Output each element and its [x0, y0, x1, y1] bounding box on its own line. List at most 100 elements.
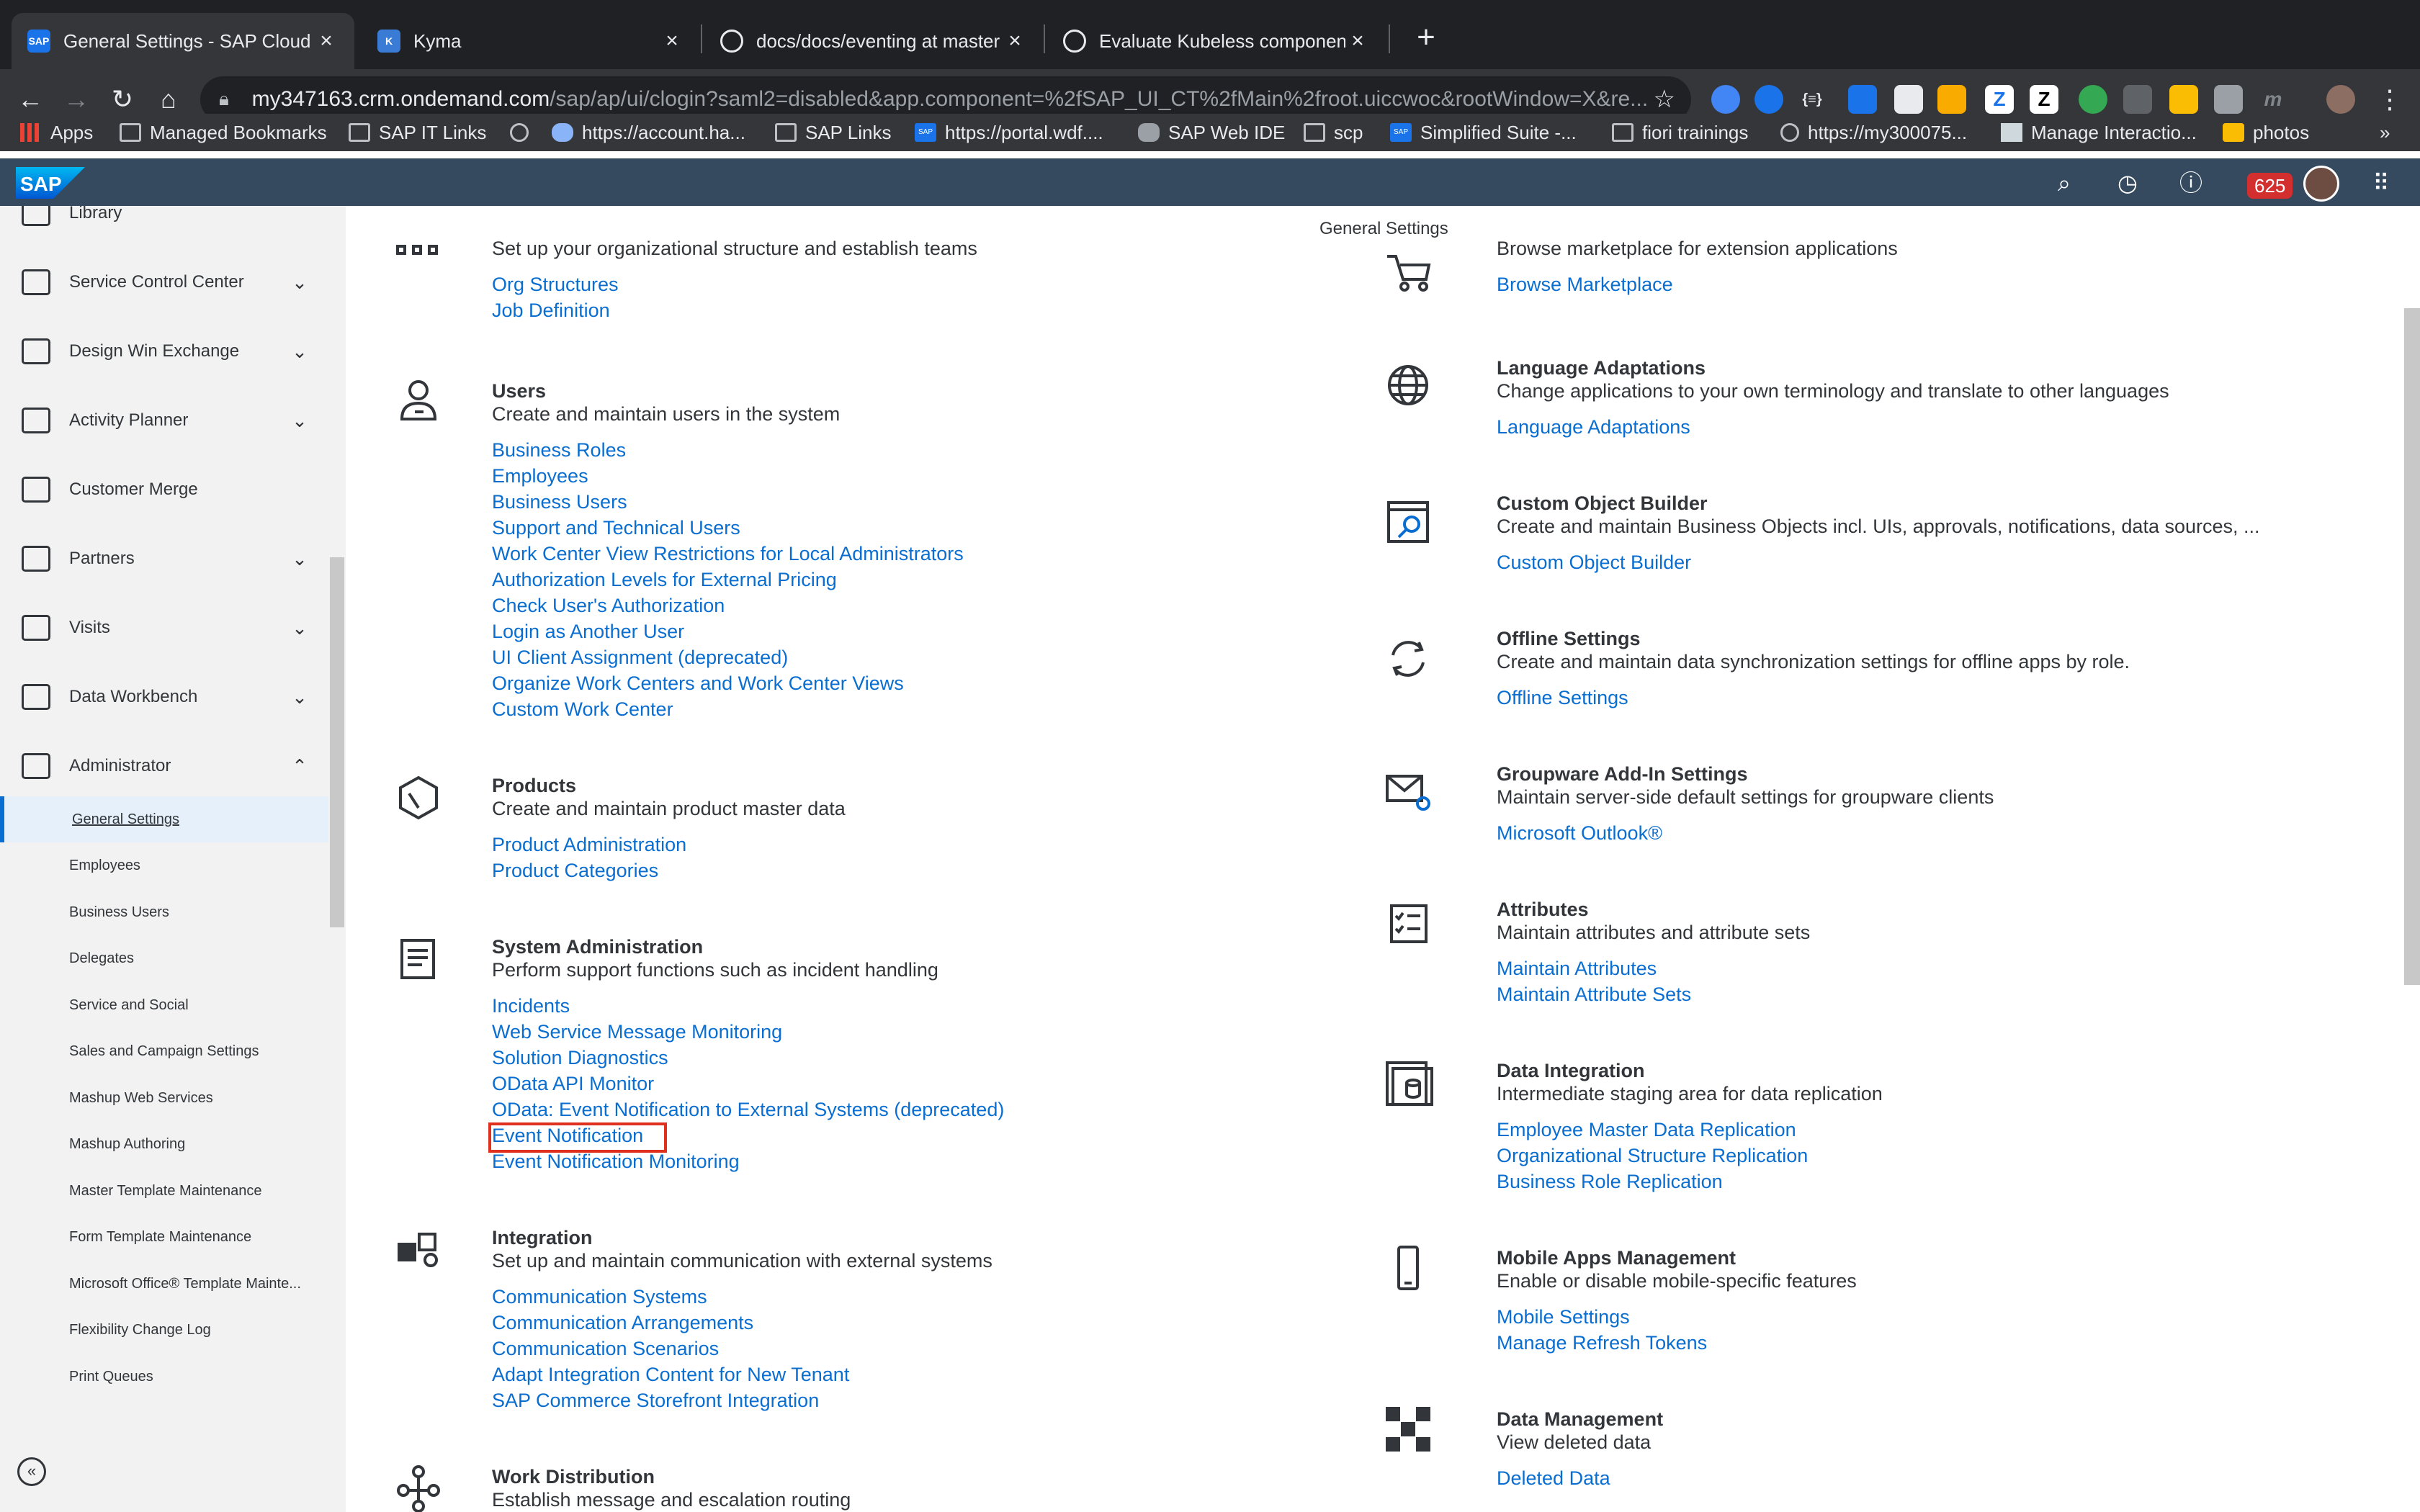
tab-docs-eventing[interactable]: docs/docs/eventing at master · ×	[704, 13, 1043, 69]
settings-link-web-service-message-monitoring[interactable]: Web Service Message Monitoring	[492, 1021, 782, 1043]
settings-link-product-categories[interactable]: Product Categories	[492, 860, 658, 882]
settings-link-maintain-attributes[interactable]: Maintain Attributes	[1497, 958, 1657, 980]
nav-item-library[interactable]: Library	[0, 206, 328, 248]
z-extension-icon[interactable]: Z	[2030, 85, 2058, 114]
bookmark-simplified-suite[interactable]: SAP Simplified Suite -...	[1390, 118, 1577, 147]
settings-link-business-roles[interactable]: Business Roles	[492, 439, 626, 462]
nav-item-activity-planner[interactable]: Activity Planner ⌄	[0, 386, 328, 455]
extension-icon[interactable]	[2169, 85, 2198, 114]
nav-subitem[interactable]: Delegates	[0, 936, 328, 982]
settings-link-incidents[interactable]: Incidents	[492, 995, 570, 1017]
settings-link-product-administration[interactable]: Product Administration	[492, 834, 686, 856]
nav-subitem[interactable]: Sales and Campaign Settings	[0, 1029, 328, 1075]
settings-link-browse-marketplace[interactable]: Browse Marketplace	[1497, 274, 1673, 296]
nav-subitem[interactable]: Employees	[0, 843, 328, 889]
settings-link-odata-event-notification-to-external-systems-deprecated[interactable]: OData: Event Notification to External Sy…	[492, 1099, 1004, 1121]
notification-badge[interactable]: 625	[2247, 173, 2293, 199]
settings-link-custom-object-builder[interactable]: Custom Object Builder	[1497, 552, 1691, 574]
bookmark-sap-web-ide[interactable]: SAP Web IDE	[1138, 118, 1285, 147]
main-scrollbar-thumb[interactable]	[2404, 308, 2420, 985]
settings-link-authorization-levels-for-external-pricing[interactable]: Authorization Levels for External Pricin…	[492, 569, 837, 591]
settings-link-org-structures[interactable]: Org Structures	[492, 274, 619, 296]
chevron-icon[interactable]: ⌄	[285, 686, 314, 708]
settings-link-offline-settings[interactable]: Offline Settings	[1497, 687, 1628, 709]
nav-subitem[interactable]: Business Users	[0, 889, 328, 935]
nav-item-service-control-center[interactable]: Service Control Center ⌄	[0, 248, 328, 317]
nav-item-data-workbench[interactable]: Data Workbench ⌄	[0, 662, 328, 732]
chevron-icon[interactable]: ⌄	[285, 271, 314, 294]
grid-icon[interactable]: ⠿	[2365, 167, 2397, 199]
nav-item-administrator[interactable]: Administrator ⌃	[0, 732, 328, 801]
settings-link-microsoft-outlook[interactable]: Microsoft Outlook®	[1497, 822, 1662, 845]
settings-link-employees[interactable]: Employees	[492, 465, 588, 487]
bookmarks-overflow-button[interactable]: »	[2380, 118, 2390, 147]
settings-link-business-users[interactable]: Business Users	[492, 491, 627, 513]
bookmark-account[interactable]: https://account.ha...	[552, 118, 745, 147]
extension-icon[interactable]	[2123, 85, 2152, 114]
nav-item-design-win-exchange[interactable]: Design Win Exchange ⌄	[0, 317, 328, 386]
bookmark-scp[interactable]: scp	[1304, 118, 1363, 147]
extension-icon[interactable]	[1711, 85, 1740, 114]
user-avatar[interactable]	[2303, 166, 2339, 202]
nav-subitem[interactable]: Mashup Web Services	[0, 1075, 328, 1121]
settings-link-mobile-settings[interactable]: Mobile Settings	[1497, 1306, 1630, 1328]
bookmark-sap-links[interactable]: SAP Links	[775, 118, 891, 147]
bookmark-my300075[interactable]: https://my300075...	[1780, 118, 1967, 147]
settings-link-manage-refresh-tokens[interactable]: Manage Refresh Tokens	[1497, 1332, 1707, 1354]
chevron-icon[interactable]: ⌄	[285, 617, 314, 639]
nav-subitem[interactable]: Mashup Authoring	[0, 1122, 328, 1168]
tab-kubeless[interactable]: Evaluate Kubeless components ×	[1047, 13, 1386, 69]
new-tab-button[interactable]: +	[1404, 17, 1448, 60]
settings-link-ui-client-assignment-deprecated[interactable]: UI Client Assignment (deprecated)	[492, 647, 788, 669]
puzzle-extension-icon[interactable]	[1937, 85, 1966, 114]
help-icon[interactable]: ⓘ	[2175, 167, 2207, 199]
bookmark-apps[interactable]: Apps	[20, 118, 93, 147]
tab-close-icon[interactable]: ×	[660, 29, 684, 53]
tab-close-icon[interactable]: ×	[314, 29, 339, 53]
sap-logo[interactable]: SAP	[16, 167, 85, 199]
extension-icon[interactable]	[1848, 85, 1877, 114]
settings-link-work-center-view-restrictions-for-local-administrators[interactable]: Work Center View Restrictions for Local …	[492, 543, 964, 565]
settings-link-event-notification-monitoring[interactable]: Event Notification Monitoring	[492, 1151, 740, 1173]
tab-general-settings[interactable]: SAP General Settings - SAP Cloud f ×	[12, 13, 354, 69]
json-extension-icon[interactable]: {≡}	[1798, 85, 1827, 114]
nav-subitem[interactable]: Flexibility Change Log	[0, 1308, 328, 1354]
bookmark-sap-it-links[interactable]: SAP IT Links	[349, 118, 486, 147]
bookmark-star-icon[interactable]: ☆	[1654, 85, 1675, 114]
tab-close-icon[interactable]: ×	[1345, 29, 1370, 53]
search-icon[interactable]: ⌕	[2048, 167, 2080, 199]
bookmark-fiori-trainings[interactable]: fiori trainings	[1612, 118, 1748, 147]
m-extension-icon[interactable]: m	[2259, 85, 2287, 114]
chevron-icon[interactable]: ⌄	[285, 410, 314, 432]
settings-link-business-role-replication[interactable]: Business Role Replication	[1497, 1171, 1723, 1193]
chevron-icon[interactable]: ⌃	[285, 755, 314, 778]
nav-subitem[interactable]: Service and Social	[0, 982, 328, 1028]
settings-link-communication-scenarios[interactable]: Communication Scenarios	[492, 1338, 719, 1360]
tab-close-icon[interactable]: ×	[1003, 29, 1027, 53]
chevron-icon[interactable]: ⌄	[285, 341, 314, 363]
collapse-nav-icon[interactable]: «	[17, 1457, 46, 1486]
settings-link-employee-master-data-replication[interactable]: Employee Master Data Replication	[1497, 1119, 1796, 1141]
settings-link-odata-api-monitor[interactable]: OData API Monitor	[492, 1073, 654, 1095]
nav-item-visits[interactable]: Visits ⌄	[0, 593, 328, 662]
settings-link-organize-work-centers-and-work-center-views[interactable]: Organize Work Centers and Work Center Vi…	[492, 672, 904, 695]
settings-link-job-definition[interactable]: Job Definition	[492, 300, 610, 322]
bookmark-manage-interaction[interactable]: Manage Interactio...	[2001, 118, 2197, 147]
bookmark-globe[interactable]	[510, 118, 537, 147]
settings-link-organizational-structure-replication[interactable]: Organizational Structure Replication	[1497, 1145, 1808, 1167]
bookmark-managed[interactable]: Managed Bookmarks	[120, 118, 327, 147]
nav-item-customer-merge[interactable]: Customer Merge	[0, 455, 328, 524]
extension-icon[interactable]	[2214, 85, 2243, 114]
nav-item-partners[interactable]: Partners ⌄	[0, 524, 328, 593]
settings-link-check-user-s-authorization[interactable]: Check User's Authorization	[492, 595, 725, 617]
settings-link-solution-diagnostics[interactable]: Solution Diagnostics	[492, 1047, 668, 1069]
tab-kyma[interactable]: K Kyma ×	[362, 13, 700, 69]
settings-link-communication-arrangements[interactable]: Communication Arrangements	[492, 1312, 753, 1334]
settings-link-language-adaptations[interactable]: Language Adaptations	[1497, 416, 1690, 438]
settings-link-sap-commerce-storefront-integration[interactable]: SAP Commerce Storefront Integration	[492, 1390, 819, 1412]
settings-link-support-and-technical-users[interactable]: Support and Technical Users	[492, 517, 740, 539]
settings-link-communication-systems[interactable]: Communication Systems	[492, 1286, 707, 1308]
settings-link-adapt-integration-content-for-new-tenant[interactable]: Adapt Integration Content for New Tenant	[492, 1364, 849, 1386]
settings-link-custom-work-center[interactable]: Custom Work Center	[492, 698, 673, 721]
nav-scrollbar-thumb[interactable]	[330, 557, 344, 927]
